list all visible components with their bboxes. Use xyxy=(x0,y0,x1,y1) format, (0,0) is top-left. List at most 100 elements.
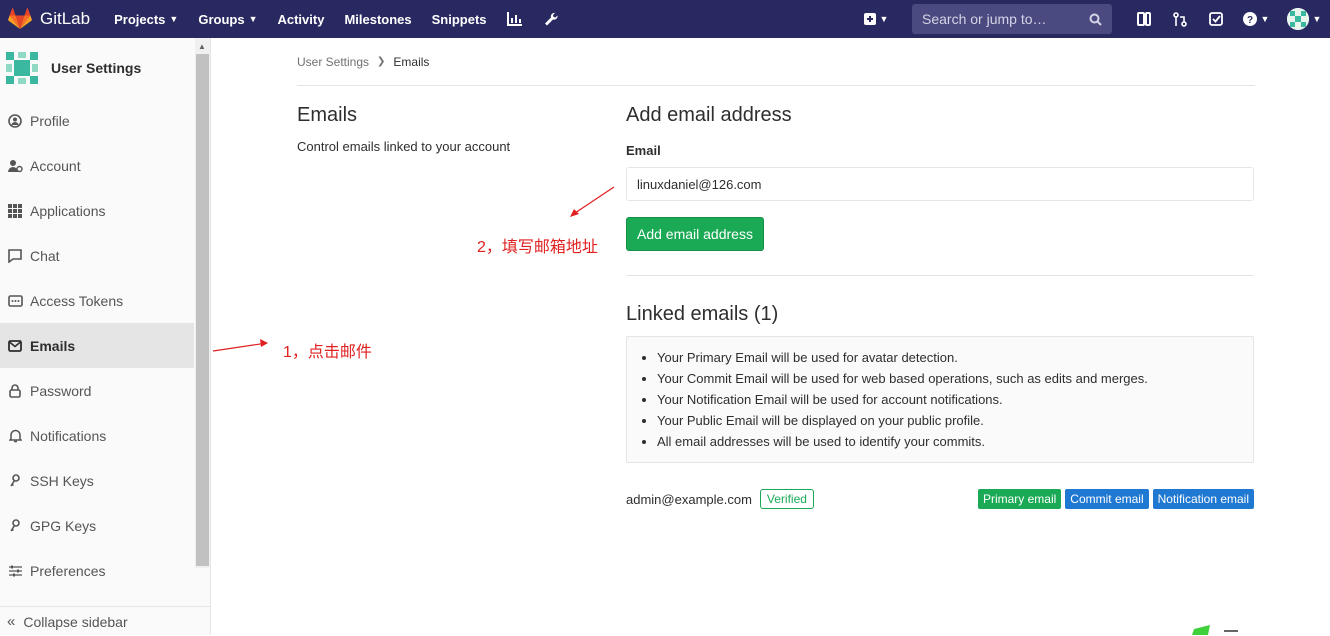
info-note: Your Public Email will be displayed on y… xyxy=(657,410,1253,431)
annotation-step-1: 1，点击邮件 xyxy=(283,344,372,361)
sidebar-item-label: SSH Keys xyxy=(30,472,94,489)
sidebar-item-chat[interactable]: Chat xyxy=(0,233,194,278)
sidebar-item-label: Account xyxy=(30,157,81,174)
breadcrumb: User Settings ❯ Emails xyxy=(297,38,1255,86)
info-note: All email addresses will be used to iden… xyxy=(657,431,1253,452)
lock-icon xyxy=(7,383,23,399)
gitlab-logo-icon xyxy=(8,8,32,29)
breadcrumb-parent-link[interactable]: User Settings xyxy=(297,55,369,69)
nav-snippets-label: Snippets xyxy=(431,11,487,27)
sidebar-item-label: Access Tokens xyxy=(30,292,124,309)
breadcrumb-current[interactable]: Emails xyxy=(393,55,429,69)
info-note: Your Commit Email will be used for web b… xyxy=(657,368,1253,389)
brand-name: GitLab xyxy=(40,9,91,28)
sidebar-scrollbar[interactable]: ▲ xyxy=(195,38,210,568)
mail-icon xyxy=(7,338,23,354)
sidebar-item-label: Notifications xyxy=(30,427,107,444)
chevron-down-icon: ▼ xyxy=(169,14,179,24)
avatar xyxy=(6,52,38,84)
help-question-icon[interactable]: ? ▼ xyxy=(1234,0,1278,38)
avatar xyxy=(1286,8,1309,30)
scrollbar-thumb[interactable] xyxy=(196,54,209,566)
user-menu[interactable]: ▼ xyxy=(1278,0,1330,38)
sidebar-item-account[interactable]: Account xyxy=(0,143,194,188)
notification-email-badge: Notification email xyxy=(1152,489,1254,509)
applications-icon xyxy=(7,203,23,219)
sidebar-item-label: Password xyxy=(30,382,92,399)
chevron-down-icon: ▼ xyxy=(879,14,889,24)
partial-widget-icon xyxy=(1192,625,1238,635)
nav-milestones[interactable]: Milestones xyxy=(334,0,421,38)
double-chevron-left-icon: « xyxy=(7,613,16,630)
sidebar-item-access-tokens[interactable]: Access Tokens xyxy=(0,278,194,323)
chevron-right-icon: ❯ xyxy=(377,56,386,67)
nav-activity-label: Activity xyxy=(277,11,325,27)
email-field[interactable] xyxy=(626,167,1254,201)
sidebar-item-label: Emails xyxy=(30,337,76,354)
sidebar-title: User Settings xyxy=(51,60,142,76)
add-email-button[interactable]: Add email address xyxy=(626,217,764,251)
settings-sidebar: User Settings Profile Account Applicatio… xyxy=(0,38,211,635)
emails-intro: Emails Control emails linked to your acc… xyxy=(297,104,597,154)
sidebar-item-notifications[interactable]: Notifications xyxy=(0,413,194,458)
scroll-up-icon[interactable]: ▲ xyxy=(198,42,206,51)
sliders-icon xyxy=(7,563,23,579)
nav-projects[interactable]: Projects ▼ xyxy=(104,0,188,38)
main-content: User Settings ❯ Emails Emails Control em… xyxy=(297,38,1255,509)
nav-groups-label: Groups xyxy=(198,11,245,27)
annotation-step-2: 2，填写邮箱地址 xyxy=(477,239,598,256)
sidebar-item-gpg-keys[interactable]: GPG Keys xyxy=(0,503,194,548)
merge-request-icon[interactable] xyxy=(1162,0,1198,38)
key-icon xyxy=(7,473,23,489)
new-item-plus-icon[interactable]: ▼ xyxy=(854,0,898,38)
nav-activity[interactable]: Activity xyxy=(267,0,334,38)
info-note: Your Primary Email will be used for avat… xyxy=(657,347,1253,368)
section-divider xyxy=(626,275,1254,276)
verified-badge: Verified xyxy=(759,489,814,509)
info-note: Your Notification Email will be used for… xyxy=(657,389,1253,410)
svg-text:?: ? xyxy=(1246,15,1252,26)
email-form-section: Add email address Email Add email addres… xyxy=(626,104,1254,509)
chevron-down-icon: ▼ xyxy=(1260,14,1270,24)
sidebar-item-label: Profile xyxy=(30,112,70,129)
list-item: admin@example.com Verified Primary email… xyxy=(626,489,1254,509)
commit-email-badge: Commit email xyxy=(1065,489,1149,509)
page-description: Control emails linked to your account xyxy=(297,139,511,154)
sidebar-item-label: Applications xyxy=(30,202,106,219)
sidebar-toggle-icon[interactable] xyxy=(1126,0,1162,38)
sidebar-item-label: Preferences xyxy=(30,562,106,579)
search-placeholder: Search or jump to… xyxy=(922,11,1047,27)
primary-email-badge: Primary email xyxy=(977,489,1062,509)
sidebar-item-profile[interactable]: Profile xyxy=(0,98,194,143)
linked-emails-title: Linked emails (1) xyxy=(626,303,779,325)
bell-icon xyxy=(7,428,23,444)
sidebar-item-password[interactable]: Password xyxy=(0,368,194,413)
sidebar-item-ssh-keys[interactable]: SSH Keys xyxy=(0,458,194,503)
sidebar-item-emails[interactable]: Emails xyxy=(0,323,194,368)
gitlab-home-link[interactable]: GitLab xyxy=(0,8,90,30)
wrench-icon[interactable] xyxy=(533,0,569,38)
chart-icon[interactable] xyxy=(497,0,533,38)
annotation-arrow-2 xyxy=(570,186,615,217)
nav-projects-label: Projects xyxy=(114,11,166,27)
sidebar-item-preferences[interactable]: Preferences xyxy=(0,548,194,593)
profile-icon xyxy=(7,113,23,129)
sidebar-item-applications[interactable]: Applications xyxy=(0,188,194,233)
collapse-sidebar-button[interactable]: « Collapse sidebar xyxy=(0,606,210,636)
account-icon xyxy=(7,158,23,174)
search-icon xyxy=(1089,13,1102,26)
search-input[interactable]: Search or jump to… xyxy=(912,4,1112,34)
email-badges: Primary email Commit email Notification … xyxy=(974,489,1254,509)
add-email-title: Add email address xyxy=(626,104,792,126)
linked-emails-info: Your Primary Email will be used for avat… xyxy=(626,336,1254,463)
sidebar-nav: Profile Account Applications Chat Access… xyxy=(0,98,210,593)
chevron-down-icon: ▼ xyxy=(1312,14,1322,24)
nav-milestones-label: Milestones xyxy=(344,11,412,27)
email-field-label: Email xyxy=(626,143,661,158)
nav-snippets[interactable]: Snippets xyxy=(422,0,497,38)
todo-check-icon[interactable] xyxy=(1198,0,1234,38)
nav-groups[interactable]: Groups ▼ xyxy=(188,0,267,38)
page-title: Emails xyxy=(297,104,358,126)
sidebar-header[interactable]: User Settings xyxy=(0,38,210,98)
sidebar-item-label: Chat xyxy=(30,247,60,264)
